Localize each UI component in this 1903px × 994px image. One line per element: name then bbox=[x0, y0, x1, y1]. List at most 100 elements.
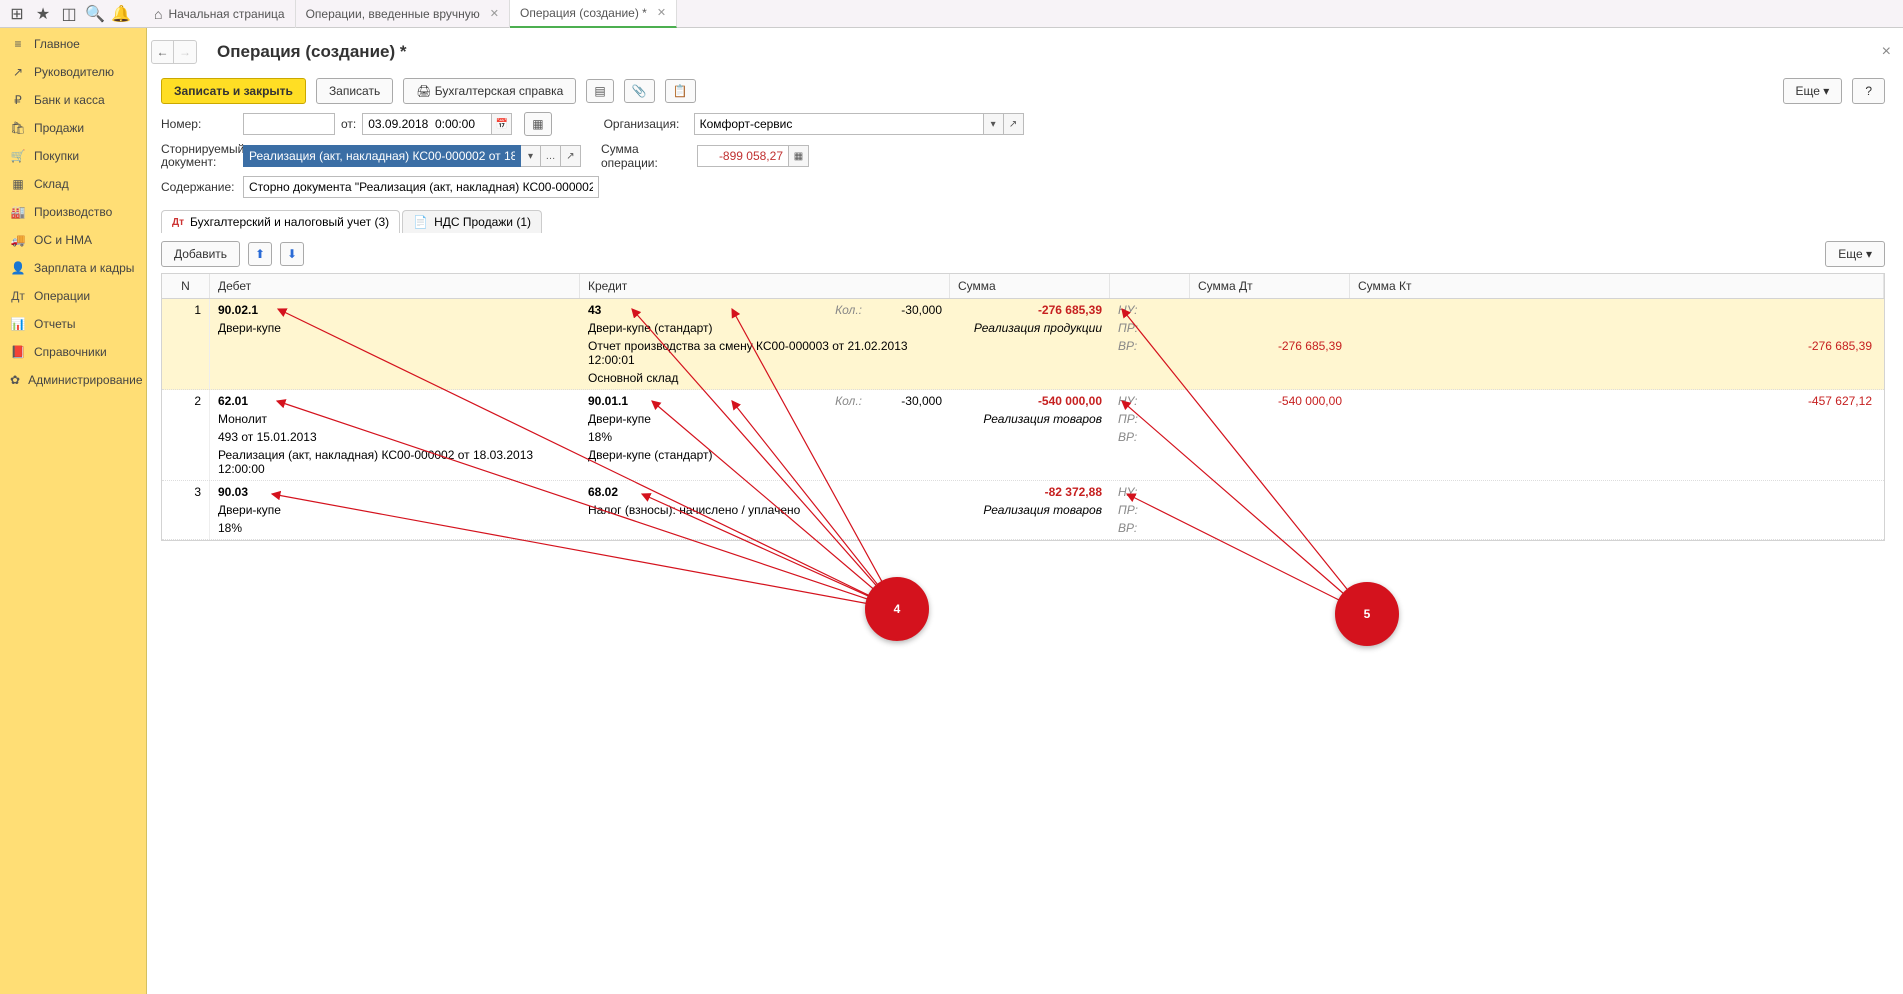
search-icon[interactable]: 🔍 bbox=[82, 1, 108, 27]
apps-icon[interactable]: ⊞ bbox=[4, 1, 30, 27]
truck-icon: 🚚 bbox=[10, 233, 26, 247]
col-credit[interactable]: Кредит bbox=[580, 274, 950, 298]
loop-icon[interactable]: ◫ bbox=[56, 1, 82, 27]
number-input[interactable] bbox=[243, 113, 335, 135]
storno-input[interactable] bbox=[243, 145, 521, 167]
sidebar-item-bank[interactable]: ₽Банк и касса bbox=[0, 86, 146, 114]
dtkt-icon-button[interactable]: ▤ bbox=[586, 79, 613, 103]
cell-sumdt: -540 000,00 bbox=[1190, 390, 1350, 480]
sidebar-item-reports[interactable]: 📊Отчеты bbox=[0, 310, 146, 338]
tab-home-label: Начальная страница bbox=[168, 7, 284, 21]
sidebar-item-admin[interactable]: ✿Администрирование bbox=[0, 366, 146, 394]
open-icon[interactable]: ↗ bbox=[1004, 113, 1024, 135]
locked-icon[interactable]: ▦ bbox=[524, 112, 551, 136]
sidebar-item-manager[interactable]: ↗Руководителю bbox=[0, 58, 146, 86]
cell-n: 1 bbox=[162, 299, 210, 389]
cell-sum: -82 372,88 Реализация товаров bbox=[950, 481, 1110, 539]
sidebar-label: Склад bbox=[34, 177, 69, 191]
sidebar-label: Банк и касса bbox=[34, 93, 105, 107]
sidebar-item-purchases[interactable]: 🛒Покупки bbox=[0, 142, 146, 170]
close-icon[interactable]: ✕ bbox=[490, 7, 499, 20]
subtab-accounting[interactable]: Дт Бухгалтерский и налоговый учет (3) bbox=[161, 210, 400, 233]
sidebar-item-main[interactable]: ≡Главное bbox=[0, 30, 146, 58]
col-sumdt[interactable]: Сумма Дт bbox=[1190, 274, 1350, 298]
table-toolbar: Добавить ⬆ ⬇ Еще bbox=[151, 239, 1895, 273]
table-row[interactable]: 2 62.01 Монолит 493 от 15.01.2013 Реализ… bbox=[162, 390, 1884, 481]
close-icon[interactable]: ✕ bbox=[657, 6, 666, 19]
cell-meta: НУ: ПР: ВР: bbox=[1110, 390, 1190, 480]
col-sum[interactable]: Сумма bbox=[950, 274, 1110, 298]
col-n[interactable]: N bbox=[162, 274, 210, 298]
debit-sub1: Монолит bbox=[218, 412, 572, 426]
print-report-button[interactable]: 🖨 Бухгалтерская справка bbox=[403, 78, 576, 104]
sidebar-item-warehouse[interactable]: ▦ Склад bbox=[0, 170, 146, 198]
label-kol: Кол.: bbox=[772, 303, 862, 317]
tab-bar: ⌂ Начальная страница Операции, введенные… bbox=[144, 0, 677, 27]
move-up-button[interactable]: ⬆ bbox=[248, 242, 272, 266]
label-vr: ВР: bbox=[1118, 521, 1182, 535]
sidebar-label: Зарплата и кадры bbox=[34, 261, 134, 275]
sumkt-vr: -276 685,39 bbox=[1358, 339, 1872, 353]
calendar-icon[interactable]: 📅 bbox=[492, 113, 512, 135]
sidebar-item-production[interactable]: 🏭Производство bbox=[0, 198, 146, 226]
close-page-button[interactable]: × bbox=[1878, 43, 1895, 61]
content-input[interactable] bbox=[243, 176, 599, 198]
nav-forward-button[interactable]: → bbox=[174, 41, 196, 63]
bell-icon[interactable]: 🔔 bbox=[108, 1, 134, 27]
factory-icon: 🏭 bbox=[10, 205, 26, 219]
date-input[interactable] bbox=[362, 113, 492, 135]
credit-sub1: Двери-купе (стандарт) bbox=[588, 321, 942, 335]
tab-manual-operations[interactable]: Операции, введенные вручную ✕ bbox=[296, 0, 510, 28]
debit-sub2: 18% bbox=[218, 521, 572, 535]
sidebar-item-operations[interactable]: ДтОперации bbox=[0, 282, 146, 310]
table-row[interactable]: 1 90.02.1 Двери-купе 43 Кол.: -30,000 Дв… bbox=[162, 299, 1884, 390]
sidebar-item-assets[interactable]: 🚚ОС и НМА bbox=[0, 226, 146, 254]
calc-icon[interactable]: ▦ bbox=[789, 145, 809, 167]
add-row-button[interactable]: Добавить bbox=[161, 241, 240, 267]
debit-account: 90.03 bbox=[218, 485, 572, 499]
tab-current-operation[interactable]: Операция (создание) * ✕ bbox=[510, 0, 677, 28]
credit-sub2: Отчет производства за смену КС00-000003 … bbox=[588, 339, 942, 367]
favorite-icon[interactable]: ★ bbox=[30, 1, 56, 27]
tab-home[interactable]: ⌂ Начальная страница bbox=[144, 0, 296, 28]
open-icon[interactable]: ↗ bbox=[561, 145, 581, 167]
col-sumkt[interactable]: Сумма Кт bbox=[1350, 274, 1884, 298]
label-vr: ВР: bbox=[1118, 430, 1182, 444]
help-button[interactable]: ? bbox=[1852, 78, 1885, 104]
credit-sub2: 18% bbox=[588, 430, 942, 444]
sidebar-item-hr[interactable]: 👤Зарплата и кадры bbox=[0, 254, 146, 282]
debit-sub2: 493 от 15.01.2013 bbox=[218, 430, 572, 444]
label-from: от: bbox=[341, 117, 356, 131]
cell-debit: 90.03 Двери-купе 18% bbox=[210, 481, 580, 539]
dtkr-icon: Дт bbox=[10, 289, 26, 303]
cell-sumkt bbox=[1350, 481, 1884, 539]
debit-sub1: Двери-купе bbox=[218, 503, 572, 517]
more-button[interactable]: Еще bbox=[1783, 78, 1843, 104]
attach-icon-button[interactable]: 📎 bbox=[624, 79, 655, 103]
org-input[interactable] bbox=[694, 113, 984, 135]
dropdown-icon[interactable]: ▾ bbox=[984, 113, 1004, 135]
subtab-vat[interactable]: 📄 НДС Продажи (1) bbox=[402, 210, 542, 233]
sum-value: -276 685,39 bbox=[958, 303, 1102, 317]
select-icon[interactable]: … bbox=[541, 145, 561, 167]
move-down-button[interactable]: ⬇ bbox=[280, 242, 304, 266]
label-content: Содержание: bbox=[161, 180, 237, 194]
save-button[interactable]: Записать bbox=[316, 78, 393, 104]
sumop-input[interactable] bbox=[697, 145, 789, 167]
cell-debit: 90.02.1 Двери-купе bbox=[210, 299, 580, 389]
table-row[interactable]: 3 90.03 Двери-купе 18% 68.02 Налог (взно… bbox=[162, 481, 1884, 540]
sum-value: -82 372,88 bbox=[958, 485, 1102, 499]
save-close-button[interactable]: Записать и закрыть bbox=[161, 78, 306, 104]
table-more-button[interactable]: Еще bbox=[1825, 241, 1885, 267]
list-icon-button[interactable]: 📋 bbox=[665, 79, 696, 103]
credit-qty: -30,000 bbox=[862, 303, 942, 317]
nav-back-button[interactable]: ← bbox=[152, 41, 174, 63]
doc-toolbar: Записать и закрыть Записать 🖨 Бухгалтерс… bbox=[151, 72, 1895, 110]
sidebar-item-sales[interactable]: 🛍Продажи bbox=[0, 114, 146, 142]
debit-sub1: Двери-купе bbox=[218, 321, 572, 335]
cell-sum: -540 000,00 Реализация товаров bbox=[950, 390, 1110, 480]
grid-icon: ▦ bbox=[10, 177, 26, 191]
dropdown-icon[interactable]: ▾ bbox=[521, 145, 541, 167]
sidebar-item-directories[interactable]: 📕Справочники bbox=[0, 338, 146, 366]
col-debit[interactable]: Дебет bbox=[210, 274, 580, 298]
